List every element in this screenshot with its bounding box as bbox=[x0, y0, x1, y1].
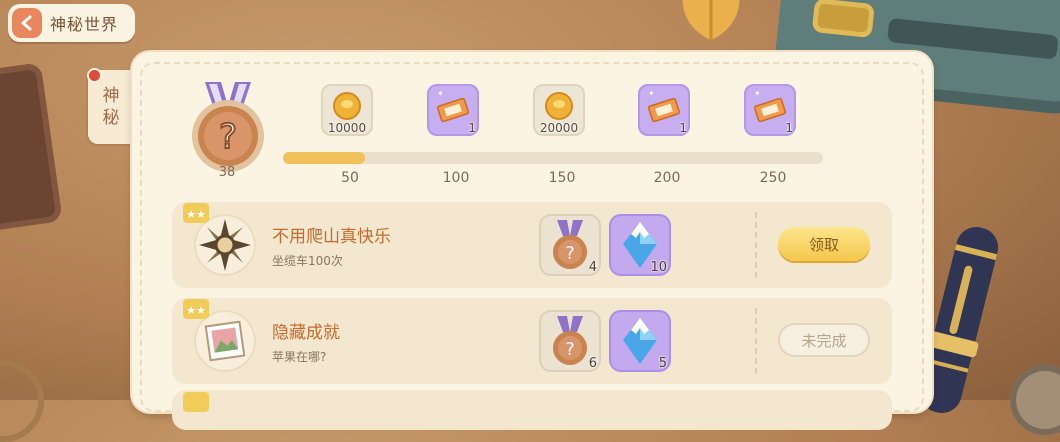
milestone-reward[interactable]: 20000 bbox=[533, 84, 589, 136]
star-tier-icon: ★★ bbox=[183, 203, 209, 223]
svg-text:✦: ✦ bbox=[437, 89, 444, 98]
medal-reward: ? 4 bbox=[539, 214, 601, 276]
svg-text:✦: ✦ bbox=[648, 89, 655, 98]
gold-coin-reward: 20000 bbox=[533, 84, 585, 136]
crystal-reward: 5 bbox=[609, 310, 671, 372]
gold-coin-reward: 10000 bbox=[321, 84, 373, 136]
row-divider bbox=[755, 308, 757, 374]
milestone-reward[interactable]: 10000 bbox=[321, 84, 377, 136]
progress-bar bbox=[283, 152, 823, 164]
reward-quantity: 10000 bbox=[327, 121, 367, 135]
task-title: 不用爬山真快乐 bbox=[272, 227, 391, 247]
ring-decoration bbox=[0, 360, 44, 442]
milestone-reward[interactable]: ✦ 1 bbox=[638, 84, 694, 136]
reward-quantity: 1 bbox=[679, 121, 687, 135]
milestone-reward[interactable]: ✦ 1 bbox=[427, 84, 483, 136]
progress-fill bbox=[283, 152, 365, 164]
task-row: 隐藏成就 苹果在哪? ? 6 5 未完成 bbox=[172, 298, 892, 384]
notification-dot bbox=[87, 68, 102, 83]
reward-quantity: 4 bbox=[588, 260, 597, 275]
milestone-threshold: 250 bbox=[759, 170, 787, 186]
reward-quantity: 6 bbox=[588, 356, 597, 371]
tab-label-line1: 神 bbox=[102, 86, 120, 106]
medal-count: 38 bbox=[218, 165, 236, 180]
ticket-reward: ✦ 1 bbox=[427, 84, 479, 136]
reward-quantity: 1 bbox=[785, 121, 793, 135]
milestone-threshold: 50 bbox=[341, 170, 359, 186]
svg-text:✦: ✦ bbox=[754, 89, 761, 98]
milestone-reward[interactable]: ✦ 1 bbox=[744, 84, 800, 136]
task-description: 苹果在哪? bbox=[272, 350, 327, 364]
reward-quantity: 5 bbox=[658, 356, 667, 371]
leather-book-decoration bbox=[0, 62, 63, 234]
compass-star-icon bbox=[194, 214, 256, 276]
crystal-reward: 10 bbox=[609, 214, 671, 276]
milestone-threshold: 150 bbox=[548, 170, 576, 186]
svg-text:?: ? bbox=[219, 117, 237, 157]
reward-quantity: 1 bbox=[468, 121, 476, 135]
svg-text:?: ? bbox=[565, 243, 575, 264]
medal-reward: ? 6 bbox=[539, 310, 601, 372]
svg-text:★★: ★★ bbox=[186, 208, 206, 221]
picture-frame-icon bbox=[194, 310, 256, 372]
incomplete-button: 未完成 bbox=[778, 323, 870, 357]
svg-text:?: ? bbox=[565, 339, 575, 360]
claim-button[interactable]: 领取 bbox=[778, 227, 870, 261]
task-description: 坐缆车100次 bbox=[272, 254, 343, 268]
milestone-threshold: 100 bbox=[442, 170, 470, 186]
coin-decoration bbox=[1010, 365, 1060, 435]
task-row: 不用爬山真快乐 坐缆车100次 ? 4 10 领取 bbox=[172, 202, 892, 288]
svg-text:★★: ★★ bbox=[186, 304, 206, 317]
task-title: 隐藏成就 bbox=[272, 323, 340, 343]
star-tier-icon: ★★ bbox=[183, 299, 209, 319]
back-arrow-icon bbox=[12, 8, 42, 38]
task-row bbox=[172, 390, 892, 430]
ticket-reward: ✦ 1 bbox=[638, 84, 690, 136]
leaf-decoration bbox=[682, 0, 740, 40]
star-tier-icon bbox=[183, 392, 209, 412]
back-button[interactable]: 神秘世界 bbox=[8, 4, 135, 42]
reward-quantity: 10 bbox=[650, 260, 667, 275]
screen-title: 神秘世界 bbox=[50, 15, 119, 34]
row-divider bbox=[755, 212, 757, 278]
milestone-threshold: 200 bbox=[653, 170, 681, 186]
tab-label-line2: 秘 bbox=[102, 108, 120, 128]
ticket-reward: ✦ 1 bbox=[744, 84, 796, 136]
reward-quantity: 20000 bbox=[539, 121, 579, 135]
